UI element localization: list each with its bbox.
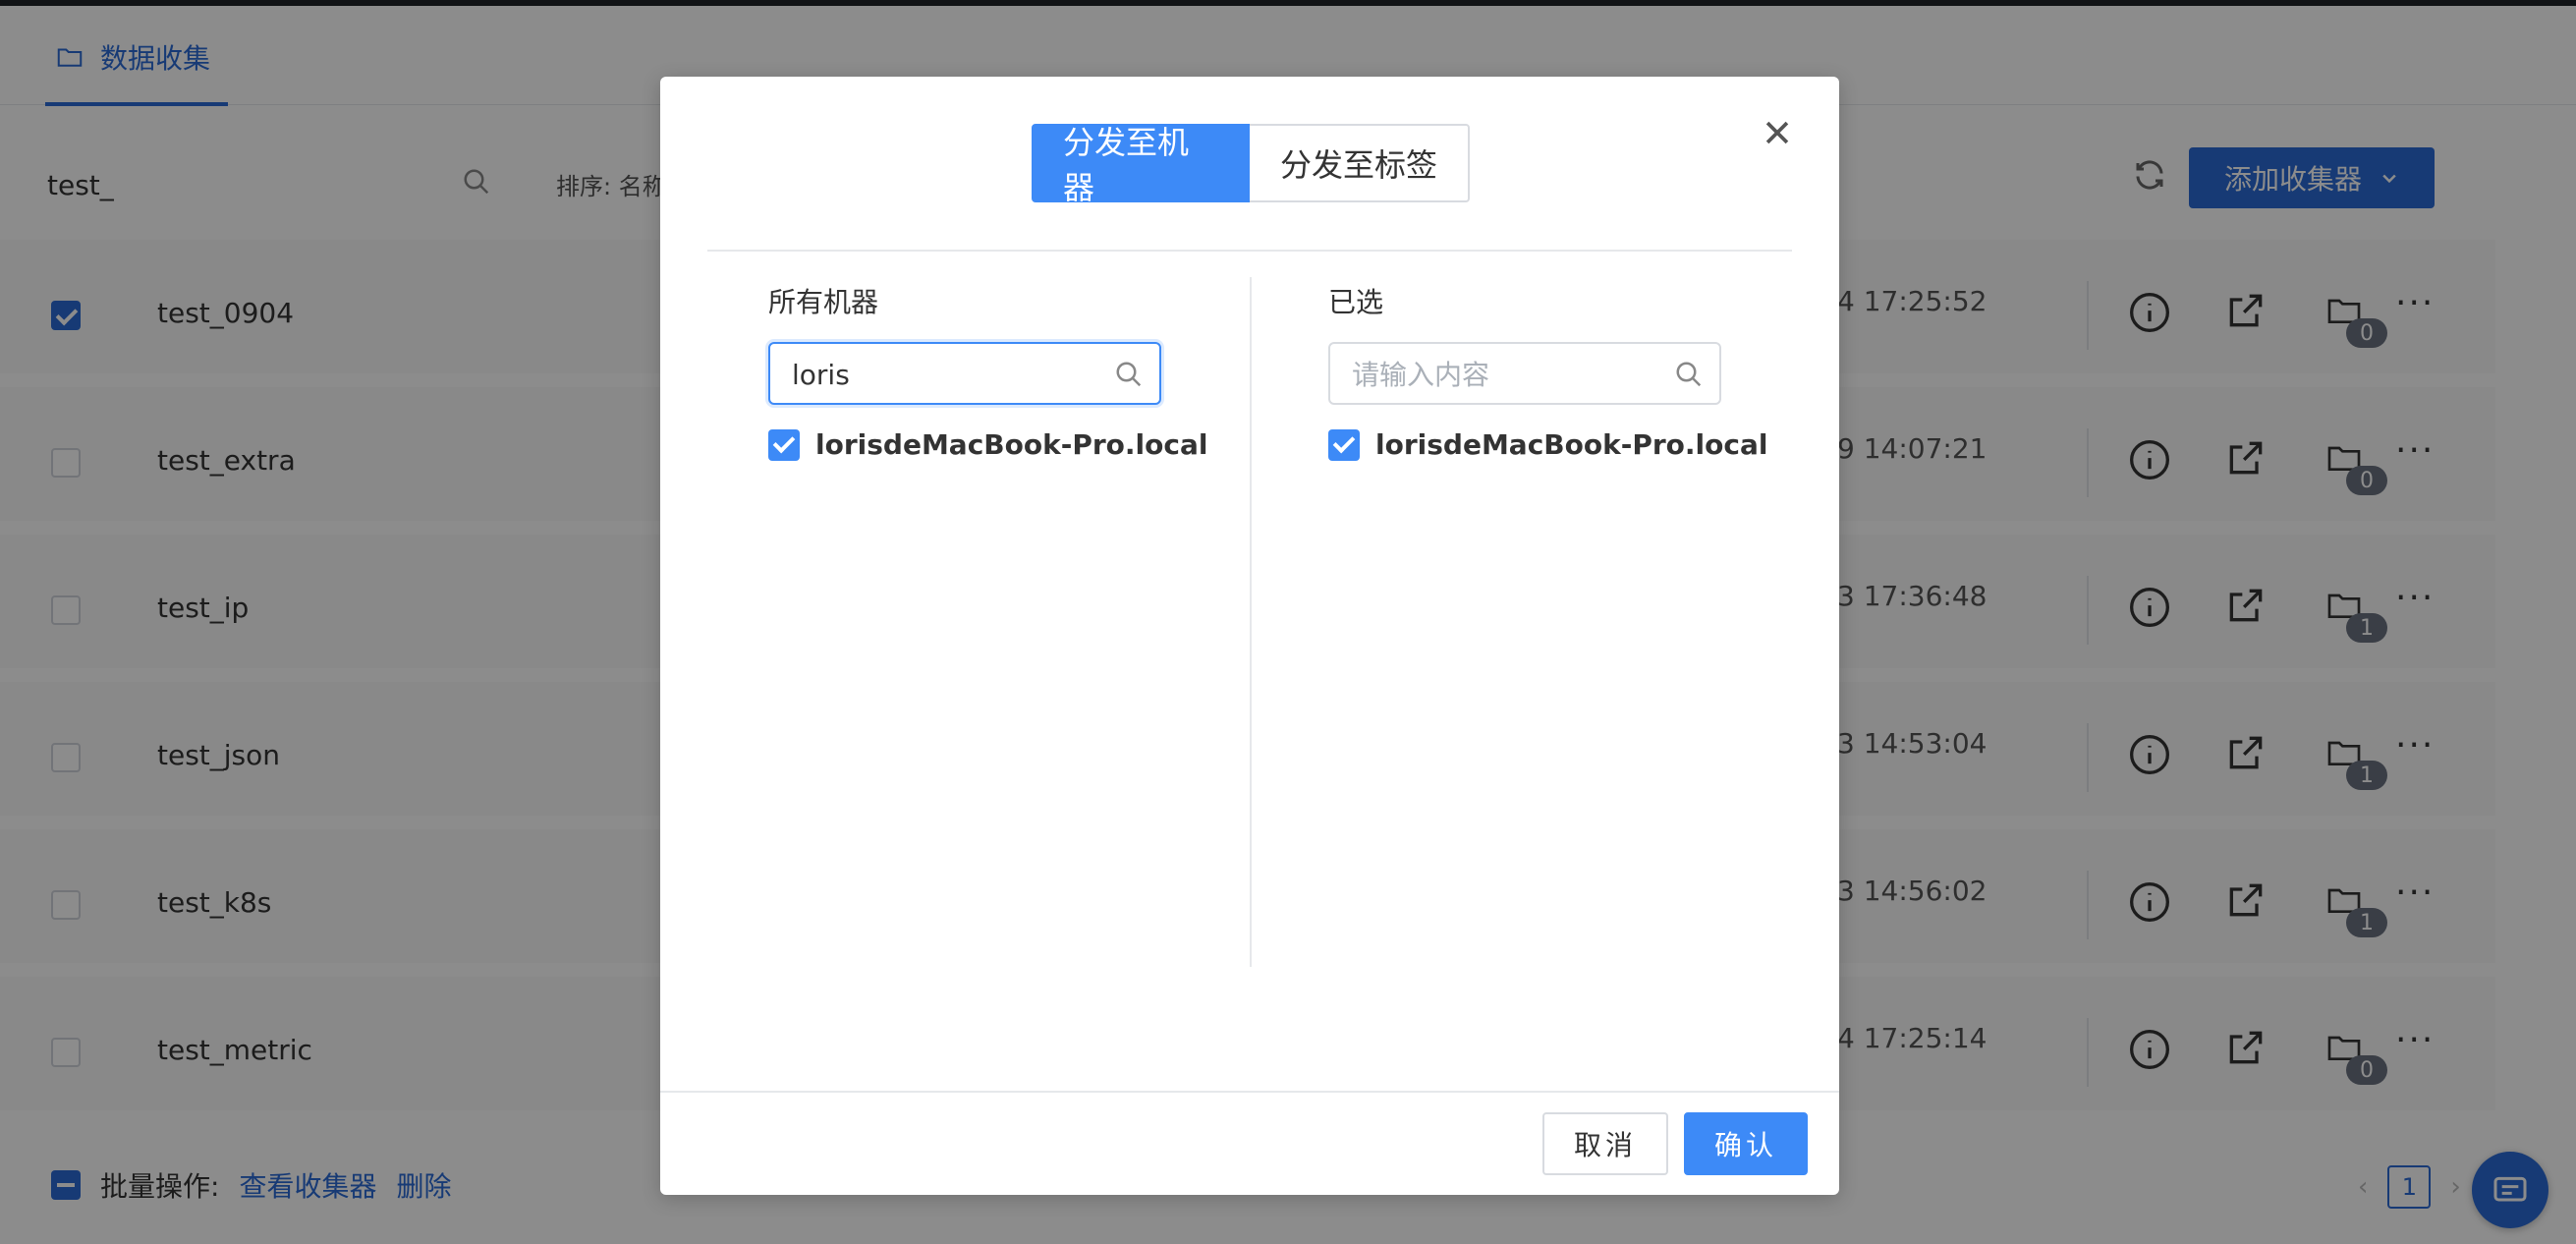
search-icon[interactable]: [1114, 360, 1144, 389]
header-divider: [707, 250, 1792, 252]
machine-label: lorisdeMacBook-Pro.local: [815, 428, 1208, 461]
footer-divider: [660, 1091, 1839, 1093]
search-icon[interactable]: [1674, 360, 1704, 389]
close-icon[interactable]: [1761, 116, 1794, 149]
selected-machine-checkbox[interactable]: [1328, 428, 1360, 461]
tab-distribute-tag[interactable]: 分发至标签: [1250, 124, 1470, 202]
panel-divider: [1250, 277, 1252, 967]
all-machines-title: 所有机器: [768, 286, 879, 318]
selected-title: 已选: [1328, 286, 1384, 318]
all-machines-search-input[interactable]: [790, 354, 1108, 395]
tab-distribute-machine[interactable]: 分发至机器: [1032, 124, 1250, 206]
selected-search[interactable]: [1328, 342, 1721, 405]
machine-checkbox[interactable]: [768, 428, 800, 461]
distribute-mode-toggle: 分发至机器 分发至标签: [1032, 124, 1470, 206]
confirm-button[interactable]: 确认: [1684, 1112, 1808, 1175]
cancel-button[interactable]: 取消: [1542, 1112, 1668, 1175]
machine-option[interactable]: lorisdeMacBook-Pro.local: [768, 428, 1207, 461]
distribute-modal: 分发至机器 分发至标签 所有机器 lorisdeMacBook-Pro.loca…: [660, 77, 1839, 1195]
selected-search-input[interactable]: [1350, 354, 1668, 395]
selected-machine[interactable]: lorisdeMacBook-Pro.local: [1328, 428, 1767, 461]
all-machines-search[interactable]: [768, 342, 1161, 405]
selected-machine-label: lorisdeMacBook-Pro.local: [1375, 428, 1768, 461]
